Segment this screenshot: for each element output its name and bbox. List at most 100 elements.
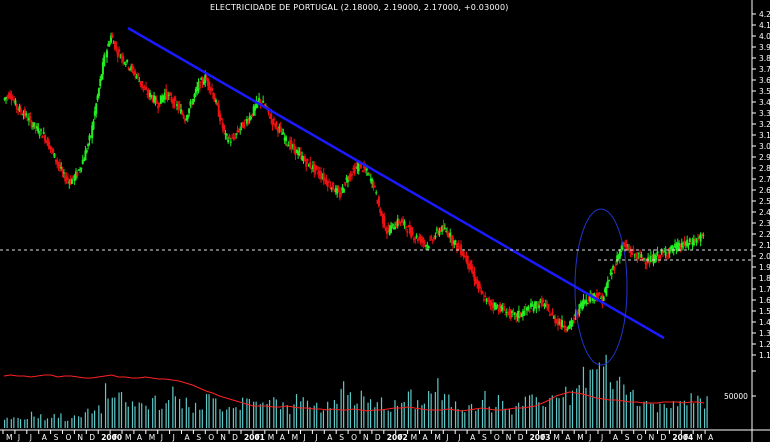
volume-bar bbox=[111, 397, 113, 428]
candle-body bbox=[235, 133, 238, 135]
volume-bar bbox=[286, 405, 288, 428]
candle-body bbox=[668, 250, 671, 254]
volume-bar bbox=[555, 397, 558, 428]
volume-bar bbox=[369, 399, 372, 428]
candle-body bbox=[299, 152, 302, 155]
volume-bar bbox=[78, 416, 80, 428]
volume-bar bbox=[363, 396, 365, 428]
candle-body bbox=[85, 150, 88, 153]
volume-bar bbox=[44, 420, 46, 428]
candle-body bbox=[635, 253, 638, 258]
candle-body bbox=[640, 254, 643, 258]
x-tick-label: J bbox=[160, 433, 163, 442]
candle-body bbox=[155, 99, 158, 104]
candle-body bbox=[531, 305, 534, 307]
candle-body bbox=[239, 128, 242, 130]
candle-body bbox=[566, 329, 569, 331]
volume-bar bbox=[569, 405, 571, 428]
volume-bar bbox=[80, 417, 82, 428]
volume-bar bbox=[542, 405, 544, 428]
candle-body bbox=[532, 307, 535, 312]
x-tick-label: D bbox=[232, 433, 238, 442]
volume-bar bbox=[228, 407, 230, 428]
volume-bar bbox=[529, 395, 531, 428]
volume-tick-label: 50000 bbox=[724, 392, 748, 401]
volume-bar bbox=[598, 362, 601, 428]
volume-bar bbox=[235, 407, 237, 428]
volume-bar bbox=[360, 390, 362, 428]
candle-body bbox=[247, 121, 250, 123]
x-tick-label: O bbox=[208, 433, 214, 442]
candle-body bbox=[528, 310, 531, 313]
volume-bar bbox=[410, 389, 412, 428]
candle-body bbox=[656, 251, 659, 254]
volume-bar bbox=[571, 390, 574, 428]
y-tick-label: 1.5 bbox=[759, 307, 770, 316]
volume-bar bbox=[239, 409, 241, 428]
y-tick-label: 1.7 bbox=[759, 285, 770, 294]
candle-body bbox=[481, 292, 484, 295]
x-tick-label: S bbox=[196, 433, 201, 442]
candle-body bbox=[664, 251, 667, 256]
volume-bar bbox=[221, 411, 224, 428]
x-tick-label: A bbox=[137, 433, 143, 442]
candle-body bbox=[237, 130, 240, 132]
volume-bar bbox=[104, 383, 107, 428]
candle-body bbox=[127, 67, 130, 69]
volume-bar bbox=[450, 407, 452, 428]
volume-bar bbox=[71, 418, 73, 428]
volume-bar bbox=[683, 400, 686, 428]
volume-bar bbox=[672, 401, 675, 428]
volume-bar bbox=[275, 399, 277, 428]
y-tick-label: 2.2 bbox=[759, 230, 770, 239]
volume-bar bbox=[589, 369, 591, 428]
volume-bar bbox=[24, 419, 26, 428]
volume-bar bbox=[464, 412, 466, 428]
x-tick-label: S bbox=[482, 433, 487, 442]
candle-body bbox=[460, 244, 463, 255]
x-tick-label: S bbox=[625, 433, 630, 442]
volume-bar bbox=[704, 408, 706, 428]
candle-body bbox=[365, 168, 368, 171]
x-tick-label: D bbox=[89, 433, 95, 442]
volume-bar bbox=[394, 400, 396, 428]
volume-bar bbox=[232, 408, 235, 428]
candle-body bbox=[115, 46, 118, 48]
volume-bar bbox=[468, 405, 470, 428]
volume-bar bbox=[4, 419, 6, 428]
x-tick-label: A bbox=[708, 433, 714, 442]
volume-bar bbox=[172, 386, 174, 428]
candle-body bbox=[560, 320, 563, 327]
volume-bar bbox=[84, 412, 86, 428]
y-axis: 1.1 1.2 1.3 1.4 1.5 1.6 1.7 1.8 1.9 2.0 2.1 2.2 2.3 2… bbox=[724, 0, 770, 442]
volume-bar bbox=[147, 409, 150, 428]
volume-bar bbox=[91, 413, 93, 428]
y-tick-label: 2.9 bbox=[759, 153, 770, 162]
volume-bar bbox=[612, 389, 614, 428]
candle-body bbox=[282, 132, 285, 135]
volume-bar bbox=[376, 402, 378, 428]
candle-body bbox=[457, 242, 460, 247]
y-tick-label: 2.4 bbox=[759, 208, 770, 217]
volume-bar bbox=[73, 415, 76, 428]
candle-body bbox=[223, 124, 226, 131]
x-tick-label: A bbox=[327, 433, 333, 442]
candle-body bbox=[219, 113, 222, 122]
candle-body bbox=[391, 223, 394, 225]
candle-body bbox=[661, 252, 664, 254]
volume-bar bbox=[609, 382, 611, 428]
volume-bar bbox=[502, 400, 504, 428]
candle-body bbox=[15, 104, 18, 109]
candle-body bbox=[429, 239, 432, 241]
volume-bar bbox=[248, 398, 251, 428]
candle-body bbox=[430, 237, 433, 239]
candle-body bbox=[462, 251, 465, 257]
y-tick-label: 3.3 bbox=[759, 109, 770, 118]
volume-bar bbox=[407, 391, 410, 428]
volume-bar bbox=[656, 412, 659, 428]
candle-body bbox=[558, 322, 561, 324]
volume-bar bbox=[17, 417, 19, 428]
candle-body bbox=[182, 115, 185, 119]
volume-bar bbox=[158, 410, 161, 428]
x-tick-label: N bbox=[77, 433, 83, 442]
